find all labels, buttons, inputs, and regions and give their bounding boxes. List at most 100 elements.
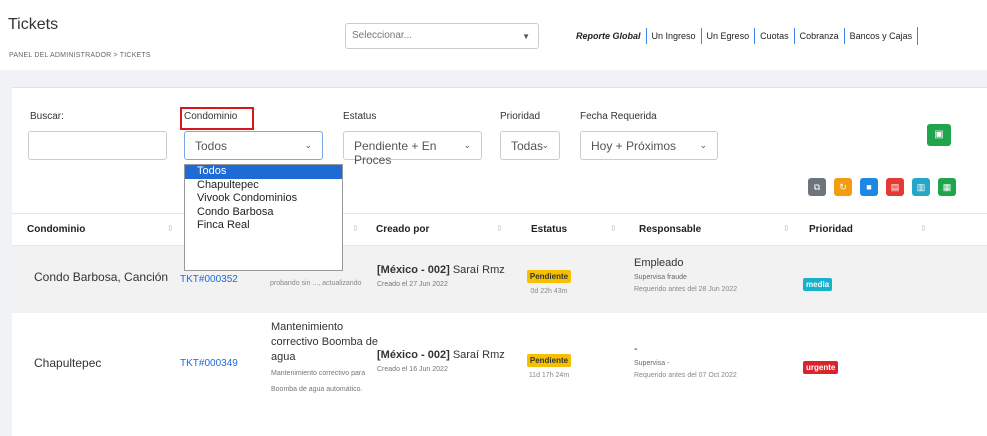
sort-icon[interactable]: ⇳ bbox=[352, 224, 359, 233]
th-creado-por[interactable]: Creado por bbox=[376, 224, 429, 235]
resp-sub: Supervisa - bbox=[634, 360, 670, 367]
resp-sub: Supervisa fraude bbox=[634, 274, 687, 281]
pdf-button[interactable]: ▤ bbox=[886, 178, 904, 196]
add-ticket-button[interactable]: ▣ bbox=[927, 124, 951, 146]
add-folder-icon: ▣ bbox=[934, 129, 944, 140]
th-responsable[interactable]: Responsable bbox=[639, 224, 701, 235]
dropdown-option-chapultepec[interactable]: Chapultepec bbox=[185, 179, 342, 193]
th-prioridad[interactable]: Prioridad bbox=[809, 224, 853, 235]
breadcrumb: PANEL DEL ADMINISTRADOR > TICKETS bbox=[9, 52, 151, 59]
prioridad-select-value: Todas bbox=[511, 139, 544, 153]
highlight-box bbox=[180, 107, 254, 130]
th-condominio[interactable]: Condominio bbox=[27, 224, 85, 235]
estatus-select[interactable]: Pendiente + En Proces ⌄ bbox=[343, 131, 482, 167]
prioridad-label: Prioridad bbox=[500, 111, 541, 122]
ticket-link[interactable]: TKT#000352 bbox=[180, 274, 238, 285]
header-select-placeholder: Seleccionar... bbox=[352, 30, 413, 41]
file-icon: ▥ bbox=[916, 182, 926, 192]
dropdown-option-vivook[interactable]: Vivook Condominios bbox=[185, 192, 342, 206]
creado-date: Creado el 27 Jun 2022 bbox=[377, 281, 448, 288]
link-bancos-cajas[interactable]: Bancos y Cajas bbox=[843, 28, 918, 44]
resp-main: Empleado bbox=[634, 257, 684, 269]
cell-condominio: Condo Barbosa, Canción bbox=[34, 270, 169, 284]
table-row[interactable]: Condo Barbosa, Canción TKT#000352 proban… bbox=[12, 246, 987, 313]
dropdown-option-finca-real[interactable]: Finca Real bbox=[185, 219, 342, 233]
creado-date: Creado el 16 Jun 2022 bbox=[377, 366, 448, 373]
cell-estatus: Pendiente 0d 22h 43m bbox=[526, 266, 572, 295]
table-header: Condominio ⇳ ⇳ Creado por ⇳ Estatus ⇳ Re… bbox=[12, 213, 987, 246]
cell-estatus: Pendiente 11d 17h 24m bbox=[526, 350, 572, 379]
cell-responsable: - Supervisa - Requerido antes del 07 Oct… bbox=[634, 343, 737, 379]
links-divider bbox=[917, 27, 919, 45]
creado-code: [México - 002] bbox=[377, 349, 450, 361]
chevron-down-icon: ▼ bbox=[522, 32, 530, 41]
resp-required: Requerido antes del 07 Oct 2022 bbox=[634, 372, 737, 379]
status-badge: Pendiente bbox=[526, 354, 572, 367]
search-input[interactable] bbox=[28, 131, 167, 160]
resp-required: Requerido antes del 28 Jun 2022 bbox=[634, 286, 738, 293]
link-un-ingreso[interactable]: Un Ingreso bbox=[645, 28, 701, 44]
link-cobranza[interactable]: Cobranza bbox=[793, 28, 844, 44]
sort-icon[interactable]: ⇳ bbox=[610, 224, 617, 233]
table-row[interactable]: Chapultepec TKT#000349 Mantenimiento cor… bbox=[12, 313, 987, 412]
page-title: Tickets bbox=[8, 16, 59, 33]
link-cuotas[interactable]: Cuotas bbox=[754, 28, 794, 44]
cell-condominio: Chapultepec bbox=[34, 356, 102, 370]
status-time: 11d 17h 24m bbox=[528, 372, 570, 379]
status-time: 0d 22h 43m bbox=[530, 288, 568, 295]
creado-name: Saraí Rmz bbox=[452, 264, 505, 276]
priority-badge: media bbox=[803, 278, 833, 291]
fecha-label: Fecha Requerida bbox=[580, 111, 657, 122]
th-estatus[interactable]: Estatus bbox=[531, 224, 567, 235]
creado-name: Saraí Rmz bbox=[452, 349, 505, 361]
estatus-label: Estatus bbox=[343, 111, 377, 122]
chevron-down-icon: ⌄ bbox=[304, 140, 312, 150]
desc-sub: Mantenimiento correctivo para bbox=[271, 370, 366, 377]
refresh-icon: ↻ bbox=[839, 182, 847, 192]
sort-icon[interactable]: ⇳ bbox=[496, 224, 503, 233]
file-button[interactable]: ▥ bbox=[912, 178, 930, 196]
print-icon: ■ bbox=[866, 182, 872, 192]
cell-prioridad: urgente bbox=[803, 357, 839, 375]
chevron-down-icon: ⌄ bbox=[699, 140, 707, 150]
copy-button[interactable]: ⧉ bbox=[808, 178, 826, 196]
sort-icon[interactable]: ⇳ bbox=[167, 224, 174, 233]
link-un-egreso[interactable]: Un Egreso bbox=[700, 28, 755, 44]
link-reporte-global[interactable]: Reporte Global bbox=[571, 28, 646, 44]
cell-creado: [México - 002] Saraí Rmz Creado el 16 Ju… bbox=[377, 349, 505, 373]
print-button[interactable]: ■ bbox=[860, 178, 878, 196]
refresh-button[interactable]: ↻ bbox=[834, 178, 852, 196]
condominio-dropdown: Todos Chapultepec Vivook Condominios Con… bbox=[184, 164, 343, 271]
cell-creado: [México - 002] Saraí Rmz Creado el 27 Ju… bbox=[377, 264, 505, 288]
desc-line: Mantenimiento bbox=[271, 321, 344, 333]
excel-button[interactable]: ▦ bbox=[938, 178, 956, 196]
priority-badge: urgente bbox=[803, 361, 839, 374]
top-links: Reporte Global Un Ingreso Un Egreso Cuot… bbox=[571, 27, 919, 45]
buscar-label: Buscar: bbox=[30, 111, 64, 122]
chevron-down-icon: ⌄ bbox=[541, 140, 549, 150]
fecha-select[interactable]: Hoy + Próximos ⌄ bbox=[580, 131, 718, 160]
pdf-icon: ▤ bbox=[890, 182, 900, 192]
copy-icon: ⧉ bbox=[813, 182, 821, 192]
desc-line: correctivo Boomba de bbox=[271, 336, 378, 348]
resp-main: - bbox=[634, 343, 638, 355]
excel-icon: ▦ bbox=[942, 182, 952, 192]
fecha-select-value: Hoy + Próximos bbox=[591, 139, 677, 153]
dropdown-option-todos[interactable]: Todos bbox=[185, 165, 342, 179]
cell-descripcion: Mantenimiento correctivo Boomba de agua … bbox=[271, 320, 378, 396]
dropdown-option-condo-barbosa[interactable]: Condo Barbosa bbox=[185, 206, 342, 220]
desc-sub: Boomba de agua automático. bbox=[271, 386, 363, 393]
condominio-select[interactable]: Todos ⌄ bbox=[184, 131, 323, 160]
sort-icon[interactable]: ⇳ bbox=[920, 224, 927, 233]
header-select[interactable]: Seleccionar... ▼ bbox=[345, 23, 539, 49]
cell-prioridad: media bbox=[803, 274, 833, 292]
creado-code: [México - 002] bbox=[377, 264, 450, 276]
prioridad-select[interactable]: Todas ⌄ bbox=[500, 131, 560, 160]
status-badge: Pendiente bbox=[526, 270, 572, 283]
desc-line: agua bbox=[271, 351, 296, 363]
sort-icon[interactable]: ⇳ bbox=[783, 224, 790, 233]
page-header: Tickets PANEL DEL ADMINISTRADOR > TICKET… bbox=[0, 0, 987, 70]
ticket-link[interactable]: TKT#000349 bbox=[180, 358, 238, 369]
condominio-select-value: Todos bbox=[195, 139, 228, 153]
cell-descripcion: probando sin ..., actualizando bbox=[270, 280, 362, 287]
